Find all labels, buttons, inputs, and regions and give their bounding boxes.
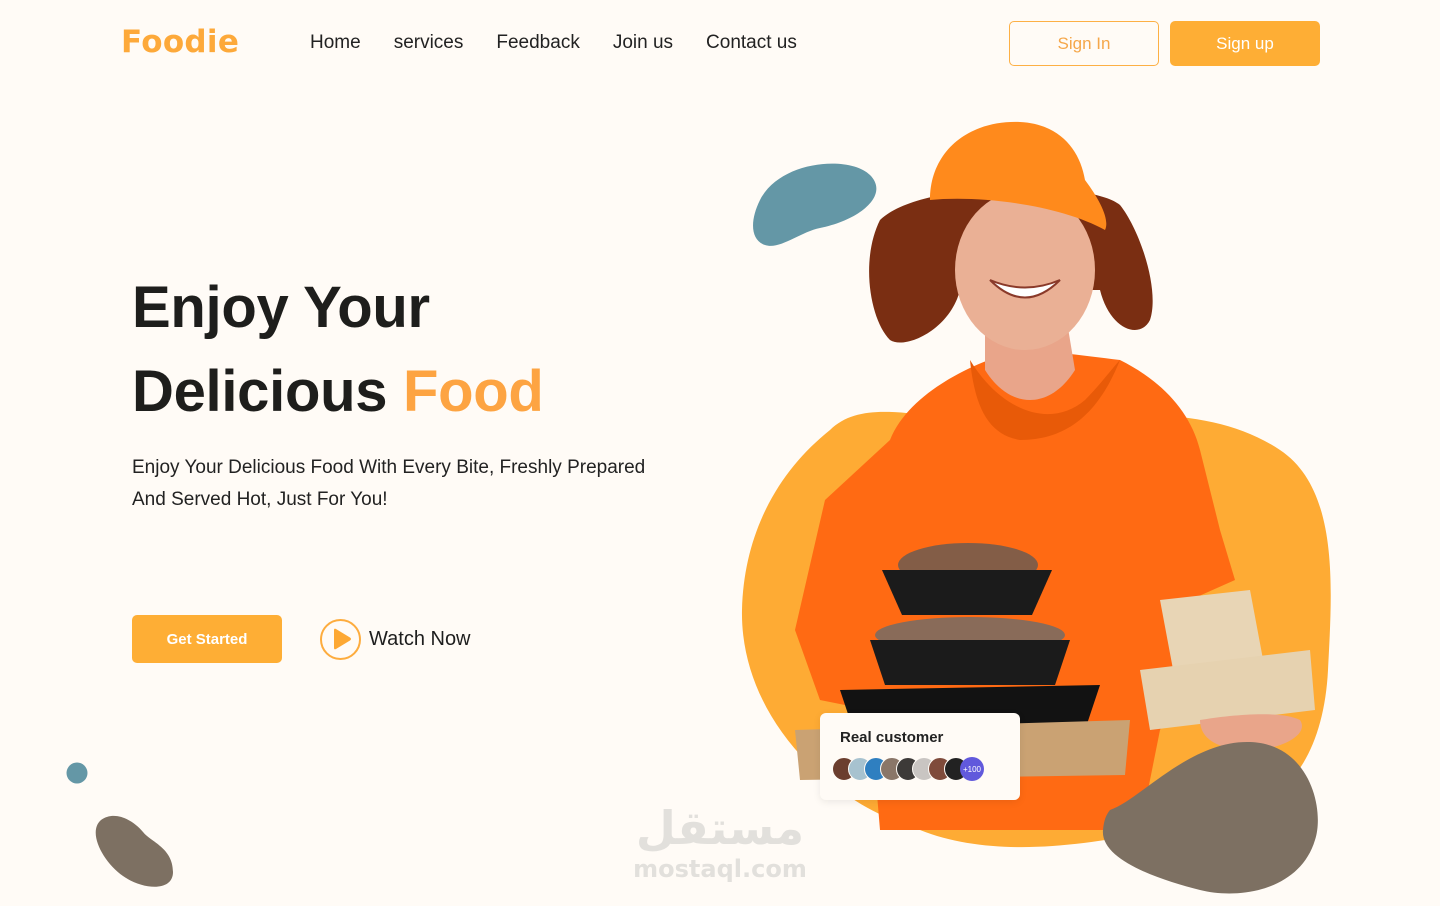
hero-description-line1: Enjoy Your Delicious Food With Every Bit…: [132, 457, 646, 478]
hero-description-line2: And Served Hot, Just For You!: [132, 489, 388, 510]
hero-title-line2: Delicious: [132, 359, 403, 424]
nav-link-feedback[interactable]: Feedback: [496, 32, 579, 54]
real-customer-title: Real customer: [840, 729, 944, 746]
brown-blob-decoration: [95, 815, 173, 887]
customer-avatars: +100: [832, 757, 984, 781]
nav-links: Home services Feedback Join us Contact u…: [310, 32, 830, 54]
hero-title-accent: Food: [402, 359, 544, 424]
more-customers-badge: +100: [960, 757, 984, 781]
play-icon: [320, 618, 361, 660]
hero-illustration: [741, 121, 1331, 894]
teal-dot-decoration: [66, 762, 88, 784]
hero-description: Enjoy Your Delicious Food With Every Bit…: [132, 452, 692, 516]
get-started-button[interactable]: Get Started: [132, 615, 282, 663]
nav-link-join-us[interactable]: Join us: [613, 32, 673, 54]
hero-title: Enjoy Your Delicious Food: [132, 266, 544, 434]
sign-up-button[interactable]: Sign up: [1170, 21, 1320, 66]
watch-now-label: Watch Now: [369, 627, 471, 650]
sign-in-button[interactable]: Sign In: [1009, 21, 1159, 66]
watermark: مستقل mostaql.com: [632, 800, 808, 882]
nav-link-contact-us[interactable]: Contact us: [706, 32, 797, 54]
watermark-arabic: مستقل: [635, 801, 805, 855]
container-middle-shape: [870, 640, 1070, 685]
real-customer-card: Real customer +100: [820, 713, 1020, 800]
hero-title-line1: Enjoy Your: [132, 275, 430, 340]
container-top-shape: [882, 570, 1052, 615]
nav-link-services[interactable]: services: [394, 32, 464, 54]
watch-now-button[interactable]: Watch Now: [320, 618, 471, 660]
logo[interactable]: Foodie: [121, 24, 239, 60]
nav-link-home[interactable]: Home: [310, 32, 361, 54]
watermark-latin: mostaql.com: [633, 855, 807, 883]
teal-blob-shape: [753, 163, 877, 246]
top-navbar: Foodie Home services Feedback Join us Co…: [0, 0, 1440, 88]
